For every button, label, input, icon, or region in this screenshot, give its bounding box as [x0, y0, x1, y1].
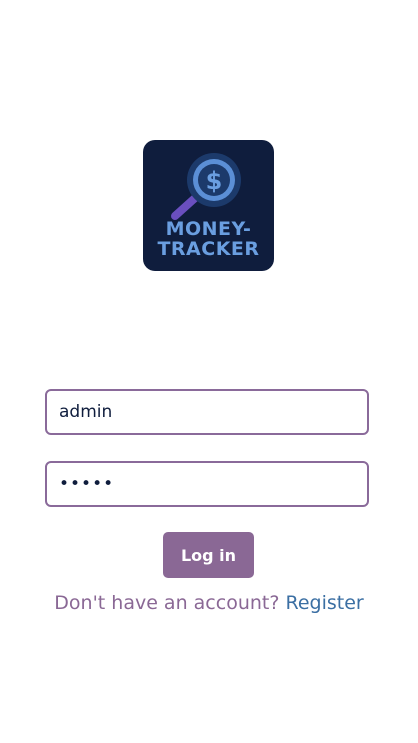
login-button[interactable]: Log in [163, 532, 254, 578]
logo-text-line2: TRACKER [157, 238, 260, 260]
register-prompt: Don't have an account? Register [0, 592, 418, 614]
app-logo: $ MONEY- TRACKER [143, 140, 274, 271]
register-link[interactable]: Register [285, 592, 363, 614]
password-input[interactable] [45, 461, 369, 507]
register-prompt-text: Don't have an account? [54, 592, 280, 614]
username-input[interactable] [45, 389, 369, 435]
logo-text-line1: MONEY- [165, 218, 252, 240]
svg-text:$: $ [206, 167, 223, 195]
